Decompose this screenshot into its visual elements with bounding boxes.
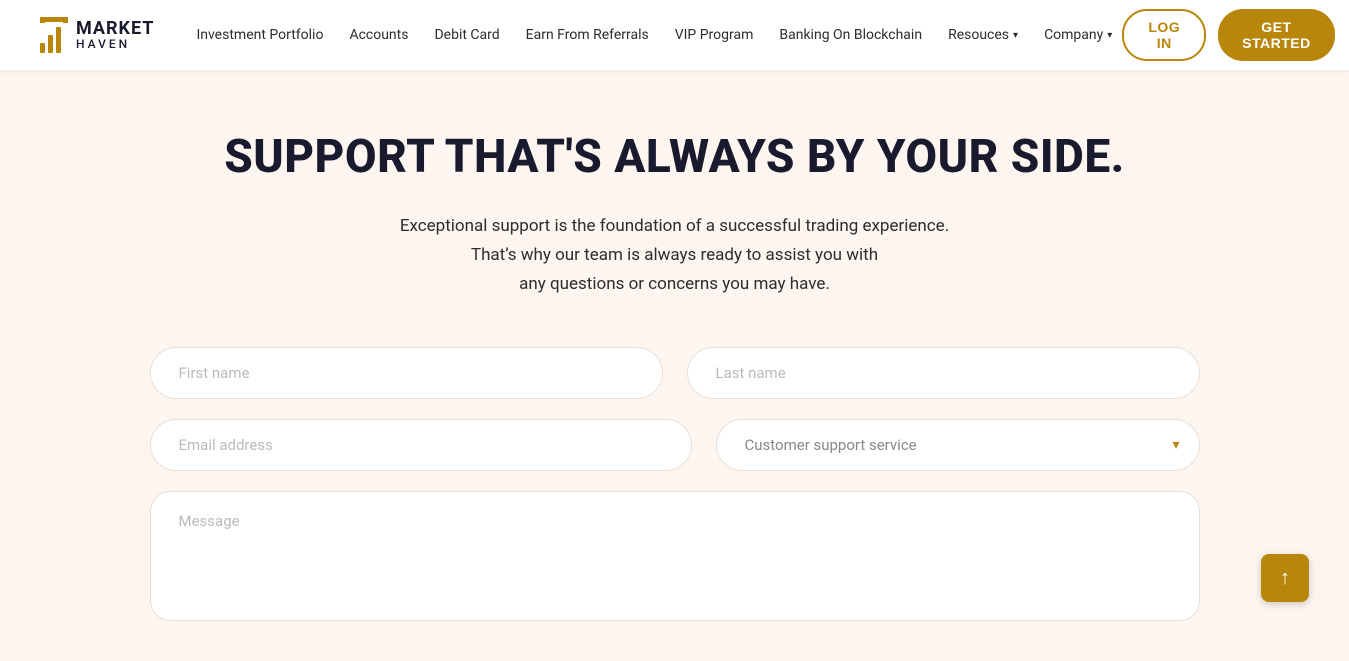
- logo[interactable]: MARKET HAVEN: [40, 17, 154, 53]
- nav-link-debit-card[interactable]: Debit Card: [424, 21, 509, 49]
- navbar: MARKET HAVEN Investment Portfolio Accoun…: [0, 0, 1349, 70]
- service-select[interactable]: Customer support service Technical suppo…: [716, 419, 1200, 471]
- nav-link-earn-from-referrals[interactable]: Earn From Referrals: [516, 21, 659, 49]
- company-dropdown-arrow: ▾: [1107, 30, 1112, 41]
- get-started-button[interactable]: GET STARTED: [1218, 9, 1335, 61]
- resources-dropdown-arrow: ▾: [1013, 30, 1018, 41]
- nav-link-investment-portfolio[interactable]: Investment Portfolio: [186, 21, 333, 49]
- service-select-wrapper: Customer support service Technical suppo…: [716, 419, 1200, 471]
- first-name-input[interactable]: [150, 347, 663, 399]
- scroll-top-button[interactable]: ↑: [1261, 554, 1309, 602]
- form-row-email-service: Customer support service Technical suppo…: [150, 419, 1200, 471]
- email-input[interactable]: [150, 419, 692, 471]
- nav-link-resources[interactable]: Resouces ▾: [938, 21, 1028, 49]
- form-row-message: [150, 491, 1200, 621]
- login-button[interactable]: LOG IN: [1122, 9, 1206, 61]
- contact-form: Customer support service Technical suppo…: [150, 347, 1200, 621]
- nav-links: Investment Portfolio Accounts Debit Card…: [186, 21, 1122, 49]
- logo-text: MARKET HAVEN: [76, 19, 154, 52]
- nav-link-banking-on-blockchain[interactable]: Banking On Blockchain: [769, 21, 932, 49]
- logo-haven: HAVEN: [76, 38, 154, 51]
- nav-link-company[interactable]: Company ▾: [1034, 21, 1122, 49]
- message-textarea[interactable]: [150, 491, 1200, 621]
- last-name-input[interactable]: [687, 347, 1200, 399]
- nav-link-accounts[interactable]: Accounts: [339, 21, 418, 49]
- hero-title: SUPPORT THAT'S ALWAYS BY YOUR SIDE.: [224, 130, 1125, 184]
- form-row-names: [150, 347, 1200, 399]
- hero-subtitle: Exceptional support is the foundation of…: [400, 212, 949, 299]
- scroll-top-icon: ↑: [1280, 567, 1290, 590]
- nav-actions: LOG IN GET STARTED: [1122, 9, 1334, 61]
- logo-market: MARKET: [76, 19, 154, 39]
- main-content: SUPPORT THAT'S ALWAYS BY YOUR SIDE. Exce…: [0, 70, 1349, 661]
- nav-link-vip-program[interactable]: VIP Program: [665, 21, 764, 49]
- logo-icon: [40, 17, 68, 53]
